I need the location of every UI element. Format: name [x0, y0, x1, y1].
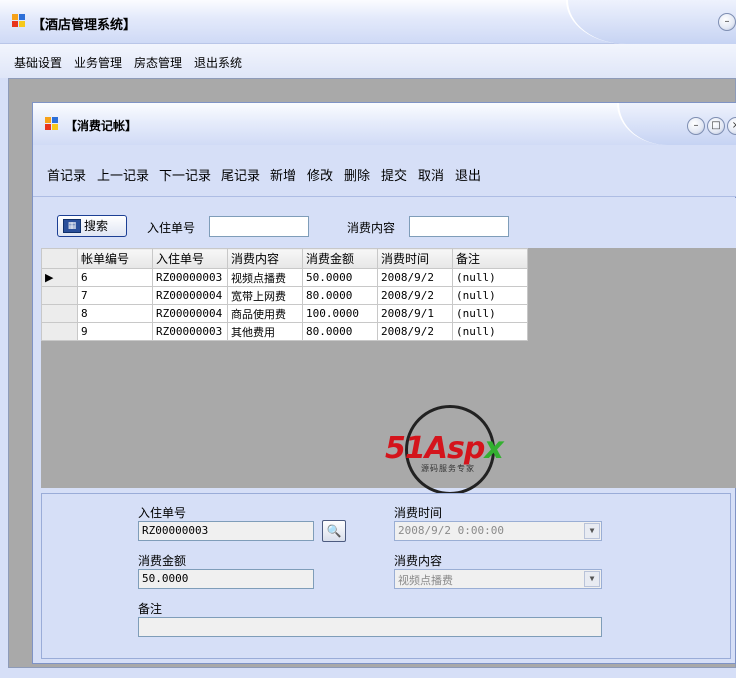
table-cell[interactable]: (null)	[452, 286, 528, 305]
current-row-marker[interactable]: ▶	[41, 268, 78, 287]
row-header[interactable]	[41, 322, 78, 341]
app-title: 【酒店管理系统】	[32, 18, 137, 33]
table-cell[interactable]: 视频点播费	[227, 268, 303, 287]
search-bar: ▦ 搜索 入住单号 消费内容	[33, 198, 736, 248]
detail-amount-field[interactable]: 50.0000	[138, 569, 314, 589]
menu-room-status[interactable]: 房态管理	[134, 54, 182, 71]
table-row[interactable]: 8 RZ00000004 商品使用费 100.0000 2008/9/1 (nu…	[41, 304, 528, 323]
table-cell[interactable]: RZ00000004	[152, 286, 228, 305]
table-cell[interactable]: RZ00000003	[152, 322, 228, 341]
record-toolbar: 首记录 上一记录 下一记录 尾记录 新增 修改 删除 提交 取消 退出	[33, 145, 736, 197]
content-search-label: 消费内容	[347, 221, 396, 235]
logo-tagline: 源码服务专家	[421, 464, 475, 473]
last-record-button[interactable]: 尾记录	[221, 165, 260, 184]
column-header[interactable]: 消费时间	[377, 248, 453, 269]
column-header[interactable]: 消费金额	[302, 248, 378, 269]
detail-content-value: 视频点播费	[398, 574, 453, 587]
detail-checkin-label: 入住单号	[138, 506, 187, 520]
consumption-window: 【消费记帐】 – □ × 首记录 上一记录 下一记录 尾记录 新增 修改 删除 …	[32, 102, 736, 664]
column-header[interactable]: 入住单号	[152, 248, 228, 269]
table-cell[interactable]: 宽带上网费	[227, 286, 303, 305]
column-header[interactable]: 备注	[452, 248, 528, 269]
child-title: 【消费记帐】	[65, 119, 138, 133]
table-cell[interactable]: 2008/9/1	[377, 304, 453, 323]
table-cell[interactable]: 其他费用	[227, 322, 303, 341]
exit-button[interactable]: 退出	[455, 165, 481, 184]
child-icon	[45, 117, 59, 131]
table-cell[interactable]: RZ00000004	[152, 304, 228, 323]
minimize-icon[interactable]: –	[687, 117, 705, 135]
detail-content-select[interactable]: 视频点播费 ▼	[394, 569, 602, 589]
app-icon	[12, 14, 26, 28]
table-cell[interactable]: 9	[77, 322, 153, 341]
table-row[interactable]: 9 RZ00000003 其他费用 80.0000 2008/9/2 (null…	[41, 322, 528, 341]
maximize-icon[interactable]: □	[707, 117, 725, 135]
chevron-down-icon[interactable]: ▼	[584, 571, 600, 587]
watermark-logo: 51Aspx 源码服务专家	[385, 405, 509, 497]
delete-button[interactable]: 删除	[344, 165, 370, 184]
detail-time-select[interactable]: 2008/9/2 0:00:00 ▼	[394, 521, 602, 541]
detail-note-label: 备注	[138, 602, 163, 616]
menu-bar: 基础设置 业务管理 房态管理 退出系统	[0, 44, 736, 78]
table-cell[interactable]: 7	[77, 286, 153, 305]
table-cell[interactable]: 80.0000	[302, 286, 378, 305]
app-title-bar: 【酒店管理系统】 –	[0, 0, 736, 44]
next-record-button[interactable]: 下一记录	[159, 165, 211, 184]
child-title-bar: 【消费记帐】 – □ ×	[33, 103, 736, 145]
table-cell[interactable]: 2008/9/2	[377, 268, 453, 287]
table-cell[interactable]: RZ00000003	[152, 268, 228, 287]
table-cell[interactable]: 2008/9/2	[377, 286, 453, 305]
table-cell[interactable]: (null)	[452, 268, 528, 287]
table-cell[interactable]: 商品使用费	[227, 304, 303, 323]
detail-panel: 入住单号 RZ00000003 🔍 消费时间 2008/9/2 0:00:00 …	[41, 493, 731, 659]
content-search-input[interactable]	[409, 216, 509, 237]
checkin-search-input[interactable]	[209, 216, 309, 237]
detail-amount-label: 消费金额	[138, 554, 187, 568]
detail-note-field[interactable]	[138, 617, 602, 637]
menu-exit[interactable]: 退出系统	[194, 54, 242, 71]
add-button[interactable]: 新增	[270, 165, 296, 184]
minimize-icon[interactable]: –	[718, 13, 736, 31]
table-cell[interactable]: (null)	[452, 304, 528, 323]
logo-brand: 51Aspx	[385, 431, 504, 466]
table-header-row: 帐单编号 入住单号 消费内容 消费金额 消费时间 备注	[41, 248, 528, 269]
table-cell[interactable]: 6	[77, 268, 153, 287]
search-button-label: 搜索	[84, 219, 109, 233]
table-cell[interactable]: 8	[77, 304, 153, 323]
checkin-search-label: 入住单号	[147, 221, 196, 235]
prev-record-button[interactable]: 上一记录	[97, 165, 149, 184]
cancel-button[interactable]: 取消	[418, 165, 444, 184]
table-row[interactable]: 7 RZ00000004 宽带上网费 80.0000 2008/9/2 (nul…	[41, 286, 528, 305]
menu-basic-settings[interactable]: 基础设置	[14, 54, 62, 71]
table-cell[interactable]: 100.0000	[302, 304, 378, 323]
detail-time-value: 2008/9/2 0:00:00	[398, 524, 504, 537]
column-header[interactable]: 消费内容	[227, 248, 303, 269]
table-cell[interactable]: 2008/9/2	[377, 322, 453, 341]
title-bar-decoration	[566, 0, 736, 44]
table-cell[interactable]: 50.0000	[302, 268, 378, 287]
detail-time-label: 消费时间	[394, 506, 443, 520]
row-header-corner	[41, 248, 78, 269]
lookup-search-icon[interactable]: 🔍	[322, 520, 346, 542]
table-cell[interactable]: (null)	[452, 322, 528, 341]
row-header[interactable]	[41, 286, 78, 305]
first-record-button[interactable]: 首记录	[47, 165, 86, 184]
submit-button[interactable]: 提交	[381, 165, 407, 184]
search-button[interactable]: ▦ 搜索	[57, 215, 127, 237]
edit-button[interactable]: 修改	[307, 165, 333, 184]
chevron-down-icon[interactable]: ▼	[584, 523, 600, 539]
search-icon: ▦	[63, 219, 81, 233]
detail-checkin-field[interactable]: RZ00000003	[138, 521, 314, 541]
detail-content-label: 消费内容	[394, 554, 443, 568]
table-cell[interactable]: 80.0000	[302, 322, 378, 341]
table-row[interactable]: ▶ 6 RZ00000003 视频点播费 50.0000 2008/9/2 (n…	[41, 268, 528, 287]
consumption-table: 帐单编号 入住单号 消费内容 消费金额 消费时间 备注 ▶ 6 RZ000000…	[41, 248, 528, 341]
row-header[interactable]	[41, 304, 78, 323]
menu-business[interactable]: 业务管理	[74, 54, 122, 71]
column-header[interactable]: 帐单编号	[77, 248, 153, 269]
